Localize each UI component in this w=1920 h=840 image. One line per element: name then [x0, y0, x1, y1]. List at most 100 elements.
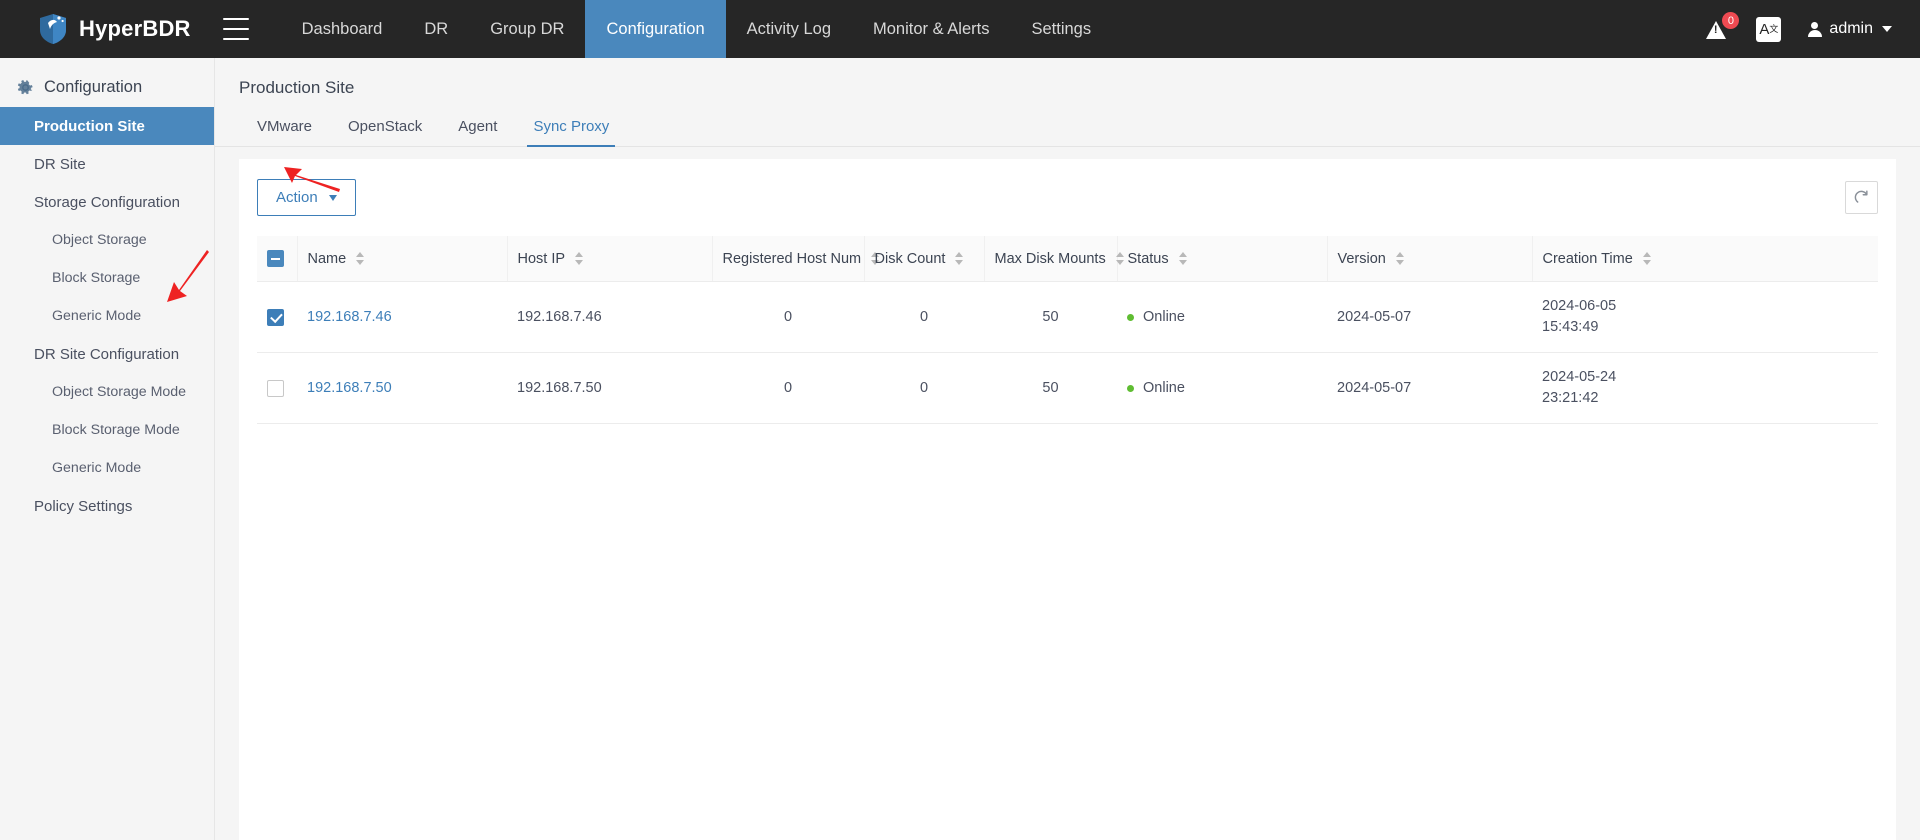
select-all-header: [257, 236, 298, 282]
column-label-disk-count: Disk Count: [874, 250, 946, 267]
user-menu[interactable]: admin: [1807, 20, 1892, 38]
sidebar-item-generic-mode-dr[interactable]: Generic Mode: [0, 449, 214, 487]
status-dot-icon: [1127, 384, 1134, 392]
table-toolbar: Action: [257, 179, 1878, 216]
status-label: Online: [1143, 309, 1185, 326]
row-checkbox[interactable]: [267, 308, 284, 326]
column-header-max-disk-mounts[interactable]: Max Disk Mounts: [984, 236, 1124, 282]
sort-icon-max-disk-mounts[interactable]: [1115, 252, 1124, 265]
user-name: admin: [1829, 20, 1873, 37]
column-header-creation-time[interactable]: Creation Time: [1532, 236, 1878, 282]
column-header-host-ip[interactable]: Host IP: [507, 236, 713, 282]
cell-host-ip: 192.168.7.50: [507, 352, 712, 425]
gear-icon: [17, 80, 33, 95]
creation-date: 2024-05-24: [1542, 369, 1617, 386]
sort-icon-status[interactable]: [1178, 252, 1187, 265]
page-title: Production Site: [239, 78, 355, 97]
creation-clock: 15:43:49: [1542, 319, 1599, 336]
cell-creation-time: 2024-05-24 23:21:42: [1532, 352, 1878, 425]
column-label-creation-time: Creation Time: [1542, 250, 1633, 267]
column-label-max-disk-mounts: Max Disk Mounts: [994, 250, 1106, 267]
row-select-cell: [257, 281, 297, 354]
alerts-button[interactable]: 0: [1706, 12, 1740, 41]
tab-sync-proxy[interactable]: Sync Proxy: [515, 112, 627, 147]
cell-max-disk-mounts: 50: [984, 281, 1117, 354]
alert-count-badge: 0: [1722, 12, 1740, 29]
creation-clock: 23:21:42: [1542, 390, 1599, 407]
column-header-status[interactable]: Status: [1117, 236, 1328, 282]
language-translate-icon[interactable]: A文: [1756, 16, 1782, 42]
sidebar-item-storage-configuration[interactable]: Storage Configuration: [0, 183, 214, 221]
tab-openstack[interactable]: OpenStack: [330, 112, 440, 146]
sidebar-item-production-site[interactable]: Production Site: [0, 107, 214, 145]
sidebar-item-dr-site-configuration[interactable]: DR Site Configuration: [0, 335, 214, 373]
nav-item-settings[interactable]: Settings: [1010, 0, 1112, 58]
sidebar-item-object-storage-mode[interactable]: Object Storage Mode: [0, 373, 214, 411]
chevron-down-icon: [1882, 26, 1892, 32]
nav-item-configuration[interactable]: Configuration: [585, 0, 726, 58]
column-label-name: Name: [307, 250, 347, 267]
refresh-icon: [1854, 190, 1868, 203]
nav-item-dashboard[interactable]: Dashboard: [281, 0, 404, 58]
column-header-registered-host-num[interactable]: Registered Host Num: [712, 236, 880, 282]
row-name-link[interactable]: 192.168.7.46: [307, 309, 392, 325]
sidebar-title: Configuration: [0, 70, 214, 107]
nav-item-monitor-alerts[interactable]: Monitor & Alerts: [852, 0, 1010, 58]
hyperbdr-logo-icon: [40, 14, 66, 44]
column-header-disk-count[interactable]: Disk Count: [864, 236, 985, 282]
language-label: A: [1759, 20, 1770, 38]
status-label: Online: [1143, 380, 1185, 397]
sidebar-item-policy-settings[interactable]: Policy Settings: [0, 487, 214, 525]
brand[interactable]: HyperBDR: [0, 0, 217, 58]
creation-date: 2024-06-05: [1542, 298, 1617, 314]
sort-icon-version[interactable]: [1395, 252, 1404, 265]
content-panel: Action Name Host IP Registered Host Num …: [239, 159, 1896, 840]
sidebar: Configuration Production Site DR Site St…: [0, 58, 215, 840]
cell-creation-time: 2024-06-05 15:43:49: [1532, 281, 1878, 354]
nav-item-group-dr[interactable]: Group DR: [469, 0, 585, 58]
cell-max-disk-mounts: 50: [984, 352, 1117, 425]
row-select-cell: [257, 352, 297, 425]
nav-item-dr[interactable]: DR: [403, 0, 469, 58]
cell-host-ip: 192.168.7.46: [507, 281, 712, 354]
sort-icon-creation-time[interactable]: [1642, 252, 1651, 265]
cell-status: Online: [1117, 281, 1327, 354]
column-label-version: Version: [1337, 250, 1386, 267]
user-avatar-icon: [1807, 21, 1822, 37]
column-header-name[interactable]: Name: [297, 236, 508, 282]
row-name-link[interactable]: 192.168.7.50: [307, 380, 392, 396]
column-header-version[interactable]: Version: [1327, 236, 1533, 282]
sync-proxy-table: Name Host IP Registered Host Num Disk Co…: [257, 236, 1878, 425]
tab-vmware[interactable]: VMware: [239, 112, 330, 146]
language-sup: 文: [1769, 23, 1779, 34]
sidebar-item-dr-site[interactable]: DR Site: [0, 145, 214, 183]
status-dot-icon: [1127, 313, 1134, 321]
cell-registered-host-num: 0: [712, 281, 864, 354]
sidebar-item-object-storage[interactable]: Object Storage: [0, 221, 214, 259]
sort-icon-name[interactable]: [356, 252, 365, 265]
hamburger-icon[interactable]: [222, 18, 249, 40]
action-button[interactable]: Action: [257, 179, 356, 216]
cell-version: 2024-05-07: [1327, 281, 1532, 354]
sidebar-item-generic-mode[interactable]: Generic Mode: [0, 297, 214, 335]
tab-agent[interactable]: Agent: [440, 112, 515, 146]
table-row[interactable]: 192.168.7.50 192.168.7.50 0 0 50 Online: [257, 352, 1878, 425]
cell-disk-count: 0: [864, 281, 984, 354]
row-checkbox[interactable]: [267, 379, 284, 397]
column-label-registered-host-num: Registered Host Num: [722, 250, 862, 267]
table-header-row: Name Host IP Registered Host Num Disk Co…: [257, 236, 1878, 282]
refresh-button[interactable]: [1845, 181, 1878, 214]
sidebar-item-block-storage[interactable]: Block Storage: [0, 259, 214, 297]
select-all-checkbox[interactable]: [267, 250, 284, 267]
cell-disk-count: 0: [864, 352, 984, 425]
cell-name: 192.168.7.50: [297, 352, 507, 425]
cell-registered-host-num: 0: [712, 352, 864, 425]
sort-icon-disk-count[interactable]: [955, 252, 964, 265]
sort-icon-host-ip[interactable]: [574, 252, 583, 265]
app-body: Configuration Production Site DR Site St…: [0, 58, 1920, 840]
sidebar-item-block-storage-mode[interactable]: Block Storage Mode: [0, 411, 214, 449]
nav-item-activity-log[interactable]: Activity Log: [726, 0, 852, 58]
table-row[interactable]: 192.168.7.46 192.168.7.46 0 0 50 Online: [257, 281, 1878, 354]
chevron-down-icon: [328, 194, 337, 201]
main-content: Production Site VMware OpenStack Agent S…: [215, 58, 1920, 840]
